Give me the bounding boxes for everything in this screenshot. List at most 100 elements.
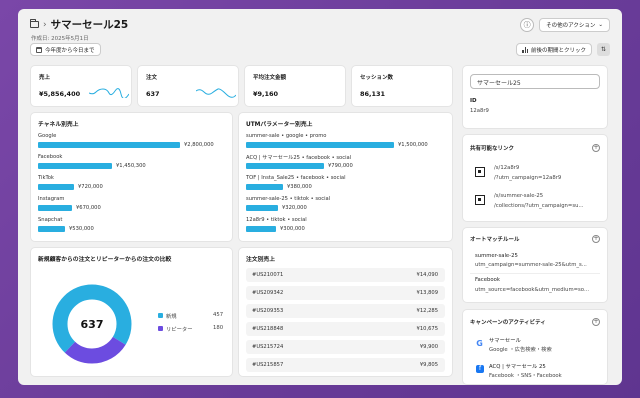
more-actions-label: その他のアクション xyxy=(546,23,596,29)
campaign-name-input[interactable]: サマーセール25 xyxy=(470,74,600,89)
google-icon: G xyxy=(476,339,483,348)
sales-sparkline xyxy=(89,88,129,98)
add-activity-icon[interactable]: + xyxy=(592,318,600,326)
rule-name[interactable]: summer-sale-25 xyxy=(475,253,518,259)
rule-value[interactable]: utm_campaign=summer-sale-25&utm_s... xyxy=(475,262,587,268)
activity-name[interactable]: サマーセール xyxy=(489,336,521,344)
order-amount: ¥13,809 xyxy=(416,290,438,296)
order-id: #US210071 xyxy=(252,272,284,278)
bar[interactable] xyxy=(246,142,394,148)
order-row[interactable]: #US218848 ¥10,675 xyxy=(246,322,445,336)
order-row[interactable]: #US215857 ¥9,805 xyxy=(246,358,445,372)
bar-label: Snapchat xyxy=(38,217,63,223)
card-title: 共有可能なリンク xyxy=(470,146,515,152)
breadcrumb-separator: › xyxy=(43,19,47,30)
channel-sales-card: チャネル別売上 Google ¥2,800,000 Facebook ¥1,450,3… xyxy=(30,112,233,242)
divider xyxy=(470,273,600,274)
order-row[interactable]: #US210071 ¥14,090 xyxy=(246,268,445,282)
bar-value: ¥790,000 xyxy=(328,163,353,169)
sliders-icon[interactable]: ⇅ xyxy=(597,43,610,56)
created-date: 作成日: 2025年5月1日 xyxy=(31,36,89,42)
activity-detail: Google ・広告検索・検索 xyxy=(489,347,552,353)
bar-label: Instagram xyxy=(38,196,65,202)
compare-button[interactable]: 前後の期間とクリック xyxy=(516,43,592,56)
info-icon[interactable]: ⓘ xyxy=(520,18,535,32)
add-link-icon[interactable]: + xyxy=(592,144,600,152)
legend-label: リピーター xyxy=(166,327,193,333)
compare-label: 前後の期間とクリック xyxy=(530,47,586,54)
link-short[interactable]: /s/summer-sale-25 xyxy=(494,193,543,199)
app-window: › サマーセール25 作成日: 2025年5月1日 ⓘ その他のアクション ⌄ … xyxy=(18,9,622,385)
bar-label: summer-sale • google • promo xyxy=(246,133,327,139)
card-title: チャネル別売上 xyxy=(38,122,79,128)
donut-total: 637 xyxy=(81,318,104,331)
bar-label: TOF | Insta_Sale25 • facebook • social xyxy=(246,175,346,181)
activity-detail: Facebook ・SNS・Facebook xyxy=(489,373,562,379)
order-row[interactable]: #US209353 ¥12,285 xyxy=(246,304,445,318)
bar[interactable] xyxy=(38,163,112,169)
chevron-down-icon: ⌄ xyxy=(598,22,603,28)
orders-sparkline xyxy=(196,88,236,98)
id-value: 12a8r9 xyxy=(470,108,489,114)
bar[interactable] xyxy=(38,205,72,211)
bar-label: TikTok xyxy=(38,175,54,181)
bar[interactable] xyxy=(38,226,65,232)
add-rule-icon[interactable]: + xyxy=(592,235,600,243)
shareable-links-card: 共有可能なリンク + /s/12a8r9 /?utm_campaign=12a8… xyxy=(462,134,608,222)
link-full[interactable]: /collections/?utm_campaign=su... xyxy=(494,203,584,209)
order-id: #US218848 xyxy=(252,326,284,332)
bar-value: ¥2,800,000 xyxy=(184,142,214,148)
bar[interactable] xyxy=(38,184,74,190)
order-amount: ¥14,090 xyxy=(416,272,438,278)
metric-card-sessions[interactable]: セッション数 86,131 xyxy=(351,65,453,107)
bar-label: Google xyxy=(38,133,57,139)
order-row[interactable]: #US209342 ¥13,809 xyxy=(246,286,445,300)
metric-card-aov[interactable]: 平均注文金額 ¥9,160 xyxy=(244,65,346,107)
rule-name[interactable]: Facebook xyxy=(475,277,500,283)
bar-value: ¥530,000 xyxy=(69,226,94,232)
card-title: オートマッチルール xyxy=(470,237,520,243)
more-actions-button[interactable]: その他のアクション ⌄ xyxy=(539,18,610,32)
order-id: #US209353 xyxy=(252,308,284,314)
activity-name[interactable]: ACQ | サマーセール 25 xyxy=(489,362,546,370)
metric-value: 86,131 xyxy=(360,90,386,98)
bar[interactable] xyxy=(38,142,180,148)
bar-value: ¥670,000 xyxy=(76,205,101,211)
link-short[interactable]: /s/12a8r9 xyxy=(494,165,519,171)
bar[interactable] xyxy=(246,163,324,169)
qr-code-icon[interactable] xyxy=(475,167,485,177)
bar-value: ¥300,000 xyxy=(280,226,305,232)
customer-comparison-card: 新規顧客からの注文とリピーターからの注文の比較 637 新規 457 リピーター… xyxy=(30,247,233,377)
order-amount: ¥10,675 xyxy=(416,326,438,332)
bar[interactable] xyxy=(246,226,276,232)
campaign-activity-card: キャンペーンのアクティビティ + G サマーセール Google ・広告検索・検… xyxy=(462,309,608,385)
bar-label: Facebook xyxy=(38,154,63,160)
folder-icon[interactable] xyxy=(30,19,39,28)
date-range-button[interactable]: 今年度から今日まで xyxy=(30,43,101,56)
bar-value: ¥320,000 xyxy=(282,205,307,211)
metric-card-sales[interactable]: 売上 ¥5,856,400 xyxy=(30,65,132,107)
toolbar: 今年度から今日まで 前後の期間とクリック ⇅ xyxy=(30,43,610,57)
metric-label: セッション数 xyxy=(360,75,394,81)
order-amount: ¥9,805 xyxy=(419,362,438,368)
bar-value: ¥380,000 xyxy=(287,184,312,190)
legend-value: 180 xyxy=(213,325,224,331)
donut-chart: 637 xyxy=(52,284,132,364)
metric-card-orders[interactable]: 注文 637 xyxy=(137,65,239,107)
card-title: キャンペーンのアクティビティ xyxy=(470,320,546,326)
link-full[interactable]: /?utm_campaign=12a8r9 xyxy=(494,175,561,181)
metric-label: 注文 xyxy=(146,75,158,81)
bar[interactable] xyxy=(246,184,283,190)
metric-value: 637 xyxy=(146,90,160,98)
legend-value: 457 xyxy=(213,312,224,318)
campaign-info-card: サマーセール25 ID 12a8r9 xyxy=(462,65,608,129)
order-id: #US209342 xyxy=(252,290,284,296)
qr-code-icon[interactable] xyxy=(475,195,485,205)
metric-label: 平均注文金額 xyxy=(253,75,287,81)
legend-swatch-repeat xyxy=(158,326,163,331)
legend-swatch-new xyxy=(158,313,163,318)
bar-label: ACQ | サマーセール25 • facebook • social xyxy=(246,155,352,161)
order-row[interactable]: #US215724 ¥9,900 xyxy=(246,340,445,354)
rule-value[interactable]: utm_source=facebook&utm_medium=so... xyxy=(475,287,589,293)
bar[interactable] xyxy=(246,205,278,211)
